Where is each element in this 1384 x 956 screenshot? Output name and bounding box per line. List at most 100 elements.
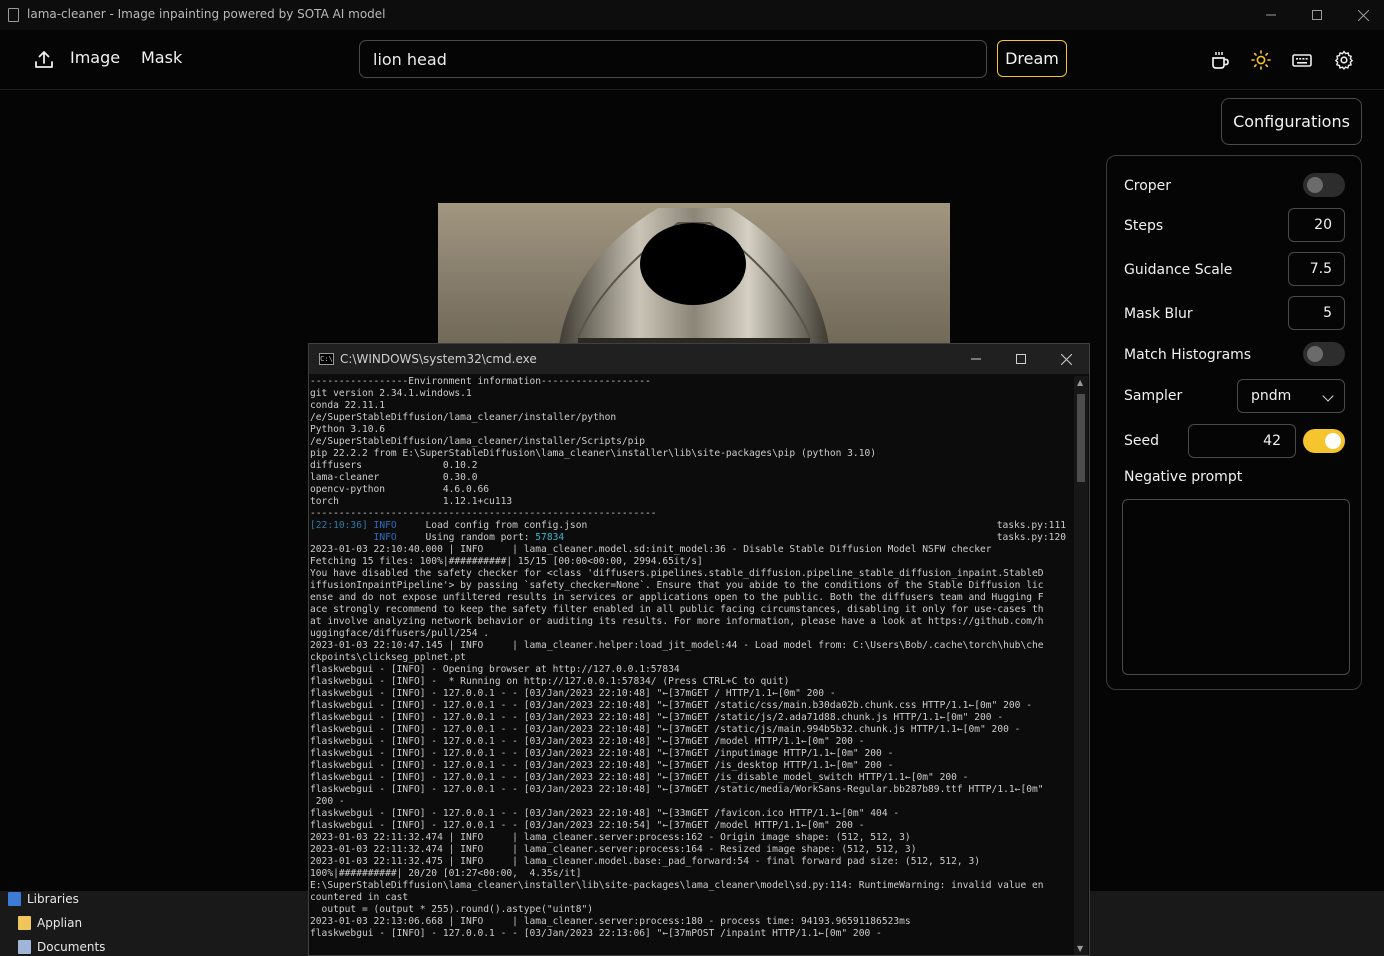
console-line: ense and do not expose unfiltered result… [310, 592, 1044, 603]
console-line: flaskwebgui - [INFO] - Opening browser a… [310, 664, 680, 675]
mask-button[interactable]: Mask [141, 48, 182, 67]
console-line: output = (output * 255).round().astype("… [310, 904, 594, 915]
toggle-knob [1325, 433, 1341, 449]
gear-icon[interactable] [1334, 50, 1354, 70]
console-line: at involve analyzing network behavior or… [310, 616, 1044, 627]
console-scrollbar[interactable]: ▲ ▼ [1074, 376, 1088, 955]
chevron-down-icon [1322, 390, 1334, 402]
console-line: 2023-01-03 22:10:47.145 | INFO | lama_cl… [310, 640, 1044, 651]
console-log-line: [22:10:36] INFO Load config from config.… [310, 520, 1066, 531]
scroll-down-icon[interactable]: ▼ [1077, 944, 1083, 953]
console-line: pip 22.2.2 from E:\SuperStableDiffusion\… [310, 448, 877, 459]
console-line: opencv-python 4.6.0.66 [310, 484, 490, 495]
guidance-scale-input[interactable]: 7.5 [1288, 252, 1345, 286]
console-line: flaskwebgui - [INFO] - 127.0.0.1 - - [03… [310, 784, 1044, 795]
list-item[interactable]: Applian [18, 916, 82, 930]
console-line: flaskwebgui - [INFO] - 127.0.0.1 - - [03… [310, 736, 865, 747]
canvas-image[interactable] [438, 203, 950, 353]
console-line: flaskwebgui - [INFO] - * Running on http… [310, 676, 790, 687]
minimize-button[interactable] [1248, 0, 1294, 30]
steps-label: Steps [1124, 218, 1164, 234]
mask-blur-label: Mask Blur [1124, 306, 1193, 322]
cmd-window[interactable]: C:\ C:\WINDOWS\system32\cmd.exe --------… [308, 343, 1090, 956]
close-icon [1060, 353, 1072, 365]
console-line: flaskwebgui - [INFO] - 127.0.0.1 - - [03… [310, 928, 882, 939]
keyboard-icon[interactable] [1292, 50, 1312, 70]
seed-fixed-toggle[interactable] [1303, 429, 1345, 453]
console-line: flaskwebgui - [INFO] - 127.0.0.1 - - [03… [310, 820, 865, 831]
document-icon [8, 8, 19, 22]
console-line: 200 - [310, 796, 345, 807]
negative-prompt-textarea[interactable] [1122, 499, 1350, 675]
prompt-input[interactable] [359, 40, 987, 78]
cmd-title-bar[interactable]: C:\ C:\WINDOWS\system32\cmd.exe [309, 344, 1089, 374]
maximize-icon [1016, 354, 1026, 364]
list-item[interactable]: Documents [18, 940, 105, 954]
folder-icon [18, 916, 31, 930]
dream-button[interactable]: Dream [997, 40, 1067, 77]
croper-toggle[interactable] [1303, 173, 1345, 197]
console-line: flaskwebgui - [INFO] - 127.0.0.1 - - [03… [310, 712, 1004, 723]
image-button[interactable]: Image [70, 48, 120, 67]
console-line: /e/SuperStableDiffusion/lama_cleaner/ins… [310, 412, 617, 423]
list-item[interactable]: Libraries [8, 892, 79, 906]
maximize-icon [1312, 10, 1322, 20]
console-line: 2023-01-03 22:13:06.668 | INFO | lama_cl… [310, 916, 911, 927]
cmd-maximize-button[interactable] [998, 344, 1044, 374]
file-explorer-pane: Libraries Applian Documents [0, 891, 308, 956]
console-line: E:\SuperStableDiffusion\lama_cleaner\ins… [310, 880, 1044, 891]
negative-prompt-label: Negative prompt [1124, 469, 1243, 485]
console-line: Fetching 15 files: 100%|##########| 15/1… [310, 556, 703, 567]
minimize-icon [971, 358, 981, 360]
minimize-icon [1266, 14, 1276, 16]
cmd-close-button[interactable] [1043, 344, 1089, 374]
seed-input[interactable]: 42 [1188, 424, 1296, 458]
libraries-icon [8, 892, 21, 906]
console-line: git version 2.34.1.windows.1 [310, 388, 472, 399]
console-line: flaskwebgui - [INFO] - 127.0.0.1 - - [03… [310, 760, 894, 771]
console-line: 2023-01-03 22:11:32.474 | INFO | lama_cl… [310, 844, 917, 855]
sampler-select[interactable]: pndm [1237, 379, 1345, 413]
toggle-knob [1307, 346, 1323, 362]
mask-blur-input[interactable]: 5 [1288, 296, 1345, 330]
console-line: diffusers 0.10.2 [310, 460, 478, 471]
console-line: ckpoints\clickseg_pplnet.pt [310, 652, 466, 663]
maximize-button[interactable] [1294, 0, 1340, 30]
sun-icon[interactable] [1251, 50, 1271, 70]
window-title: lama-cleaner - Image inpainting powered … [27, 7, 386, 21]
cmd-minimize-button[interactable] [953, 344, 999, 374]
console-line: lama-cleaner 0.30.0 [310, 472, 478, 483]
match-histograms-label: Match Histograms [1124, 347, 1252, 363]
sampler-value: pndm [1251, 388, 1292, 404]
console-line: flaskwebgui - [INFO] - 127.0.0.1 - - [03… [310, 724, 1021, 735]
console-line: flaskwebgui - [INFO] - 127.0.0.1 - - [03… [310, 772, 969, 783]
console-line: iffusionInpaintPipeline'> by passing `sa… [310, 580, 1044, 591]
console-line: flaskwebgui - [INFO] - 127.0.0.1 - - [03… [310, 808, 900, 819]
console-line: ----------------------------------------… [310, 508, 657, 519]
steps-input[interactable]: 20 [1288, 208, 1345, 242]
console-output: -----------------Environment information… [310, 376, 1074, 955]
console-line: ace strongly recommend to keep the safet… [310, 604, 1044, 615]
close-button[interactable] [1340, 0, 1384, 30]
match-histograms-toggle[interactable] [1303, 342, 1345, 366]
background-window [1089, 891, 1384, 956]
configurations-button[interactable]: Configurations [1221, 98, 1362, 145]
console-line: /e/SuperStableDiffusion/lama_cleaner/ins… [310, 436, 646, 447]
console-line: torch 1.12.1+cu113 [310, 496, 513, 507]
scrollbar-thumb[interactable] [1077, 394, 1085, 482]
list-item-label: Applian [37, 916, 83, 930]
lama-cleaner-window: lama-cleaner - Image inpainting powered … [0, 0, 1384, 956]
coffee-icon[interactable] [1210, 50, 1230, 70]
upload-icon[interactable] [34, 50, 54, 70]
list-item-label: Documents [37, 940, 106, 954]
mask-hole [640, 223, 746, 305]
console-log-line: INFO Using random port: 57834 tasks.py:12… [367, 532, 1066, 543]
scroll-up-icon[interactable]: ▲ [1077, 378, 1083, 387]
console-line: conda 22.11.1 [310, 400, 386, 411]
console-line: flaskwebgui - [INFO] - 127.0.0.1 - - [03… [310, 688, 836, 699]
seed-label: Seed [1124, 433, 1159, 449]
console-line: 2023-01-03 22:11:32.475 | INFO | lama_cl… [310, 856, 981, 867]
console-line: flaskwebgui - [INFO] - 127.0.0.1 - - [03… [310, 700, 1032, 711]
toggle-knob [1307, 177, 1323, 193]
documents-icon [18, 940, 31, 954]
